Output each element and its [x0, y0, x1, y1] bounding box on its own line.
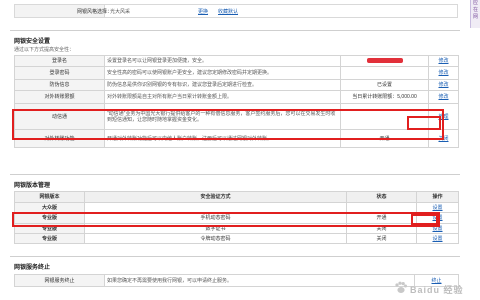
watermark: Baidu 经验 [394, 280, 474, 296]
version-section-title: 网银版本管理 [14, 183, 51, 189]
paw-icon [395, 281, 407, 293]
table-row: 登录名 设置登录名可以让网银登录更加便捷，安全。 修改 [14, 55, 459, 67]
table-row: 对外转账限额 对外转账限额是自主对所有账户当日累计转账金额上限。 当日累计转账限… [14, 90, 459, 104]
modify-login-name-link[interactable]: 修改 [438, 58, 448, 64]
version-name: 专业版 [14, 212, 85, 224]
table-row: 登录密码 安全性高的密码可以使网银账户更安全，建议您定期修改密码并定期更换。 修… [14, 66, 459, 80]
table-row: 专业版 令牌动态密码 关闭 设置 [14, 233, 459, 244]
section-divider [10, 256, 460, 257]
verification-method: 数字证书 [84, 223, 347, 234]
style-selection-value: 光大风采 [110, 9, 131, 15]
row-status [340, 55, 429, 67]
section-divider [10, 174, 460, 175]
table-row: 大众版 设置 [14, 202, 459, 213]
column-header: 网银版本 [14, 191, 85, 203]
termination-section-title: 网银服务终止 [14, 265, 51, 271]
table-row: 对外转账功能 开通对外转账功能后可以向他人账户转账，注册后可以通过网银对外转账。… [14, 129, 459, 148]
security-settings-table: 登录名 设置登录名可以让网银登录更加便捷，安全。 修改 登录密码 安全性高的密码… [14, 55, 459, 148]
security-section-title: 网银安全设置 [14, 39, 51, 45]
table-header-row: 网银版本 安全验证方式 状态 操作 [14, 191, 459, 203]
verification-method: 手机动态密码 [84, 212, 347, 224]
version-status: 开通 [346, 212, 417, 224]
row-description: “动信通”业务为中国光大银行提供给客户的一种有偿信息服务，客户签约服务后，您可以… [104, 103, 341, 130]
row-label: 对外转账功能 [14, 129, 105, 148]
side-widget-char: 网 [473, 14, 479, 20]
column-header: 状态 [346, 191, 417, 203]
row-description: 对外转账限额是自主对所有账户当日累计转账金额上限。 [104, 90, 341, 104]
row-status: 当日累计转账限额：5,000.00 [340, 90, 429, 104]
table-row: 防伪信息 防伪信息是供你识别网银的专有标识，建议您登录后定期进行检查。 已设置 … [14, 79, 459, 91]
row-description: 开通对外转账功能后可以向他人账户转账，注册后可以通过网银对外转账。 [104, 129, 341, 148]
version-status [346, 202, 417, 213]
column-header: 安全验证方式 [84, 191, 347, 203]
table-row: 动信通 “动信通”业务为中国光大银行提供给客户的一种有偿信息服务，客户签约服务后… [14, 103, 459, 130]
row-label: 登录密码 [14, 66, 105, 80]
table-row: 专业版 数字证书 关闭 设置 [14, 223, 459, 234]
row-description: 如果您确定不再需要使用我行网银，可以申请终止服务。 [104, 274, 415, 287]
row-status: 已设置 [340, 79, 429, 91]
section-divider [10, 30, 460, 31]
version-status: 关闭 [346, 233, 417, 244]
version-name: 专业版 [14, 223, 85, 234]
set-mass-version-link[interactable]: 设置 [432, 205, 442, 211]
manage-sms-service-link[interactable]: 管理 [438, 114, 448, 120]
security-section-subtitle: 通过以下方式提高安全性： [14, 47, 75, 53]
style-selection-strip: 网银风格选择： 光大风采 更换 收藏默认 [0, 0, 470, 22]
row-description: 设置登录名可以让网银登录更加便捷，安全。 [104, 55, 341, 67]
verification-method [84, 202, 347, 213]
style-selection-row: 网银风格选择： 光大风采 更换 收藏默认 [14, 4, 458, 18]
row-description: 防伪信息是供你识别网银的专有标识，建议您登录后定期进行检查。 [104, 79, 341, 91]
bank-settings-page: 网银风格选择： 光大风采 更换 收藏默认 应 在 网 网银安全设置 通过以下方式… [0, 0, 480, 300]
row-label: 对外转账限额 [14, 90, 105, 104]
row-label: 动信通 [14, 103, 105, 130]
set-certificate-link[interactable]: 设置 [432, 226, 442, 232]
watermark-text: Baidu 经验 [410, 285, 464, 295]
side-widget-char: 应 [473, 0, 479, 6]
row-status [340, 103, 429, 130]
column-header: 操作 [416, 191, 459, 203]
table-row: 网银服务终止 如果您确定不再需要使用我行网银，可以申请终止服务。 终止 [14, 274, 459, 287]
modify-password-link[interactable]: 修改 [438, 70, 448, 76]
side-widget-char: 在 [473, 7, 479, 13]
close-transfer-link[interactable]: 关闭 [438, 136, 448, 142]
modify-anti-fraud-link[interactable]: 修改 [438, 82, 448, 88]
row-description: 安全性高的密码可以使网银账户更安全，建议您定期修改密码并定期更换。 [104, 66, 341, 80]
side-widget[interactable]: 应 在 网 [470, 0, 480, 28]
version-status: 关闭 [346, 223, 417, 234]
row-label: 防伪信息 [14, 79, 105, 91]
verification-method: 令牌动态密码 [84, 233, 347, 244]
row-status: 开通 [340, 129, 429, 148]
termination-table: 网银服务终止 如果您确定不再需要使用我行网银，可以申请终止服务。 终止 [14, 274, 459, 287]
version-name: 大众版 [14, 202, 85, 213]
table-row: 专业版 手机动态密码 开通 设置 [14, 212, 459, 224]
modify-limit-link[interactable]: 修改 [438, 94, 448, 100]
version-table: 网银版本 安全验证方式 状态 操作 大众版 设置 专业版 手机动态密码 开通 设… [14, 191, 459, 244]
row-label: 网银服务终止 [14, 274, 105, 287]
favorite-default-link[interactable]: 收藏默认 [218, 8, 238, 15]
set-token-otp-link[interactable]: 设置 [432, 236, 442, 242]
redaction-mark [366, 58, 403, 64]
version-name: 专业版 [14, 233, 85, 244]
row-status [340, 66, 429, 80]
style-selection-label: 网银风格选择： [77, 9, 113, 15]
row-label: 登录名 [14, 55, 105, 67]
set-mobile-otp-link[interactable]: 设置 [432, 215, 442, 221]
change-style-link[interactable]: 更换 [198, 8, 208, 15]
